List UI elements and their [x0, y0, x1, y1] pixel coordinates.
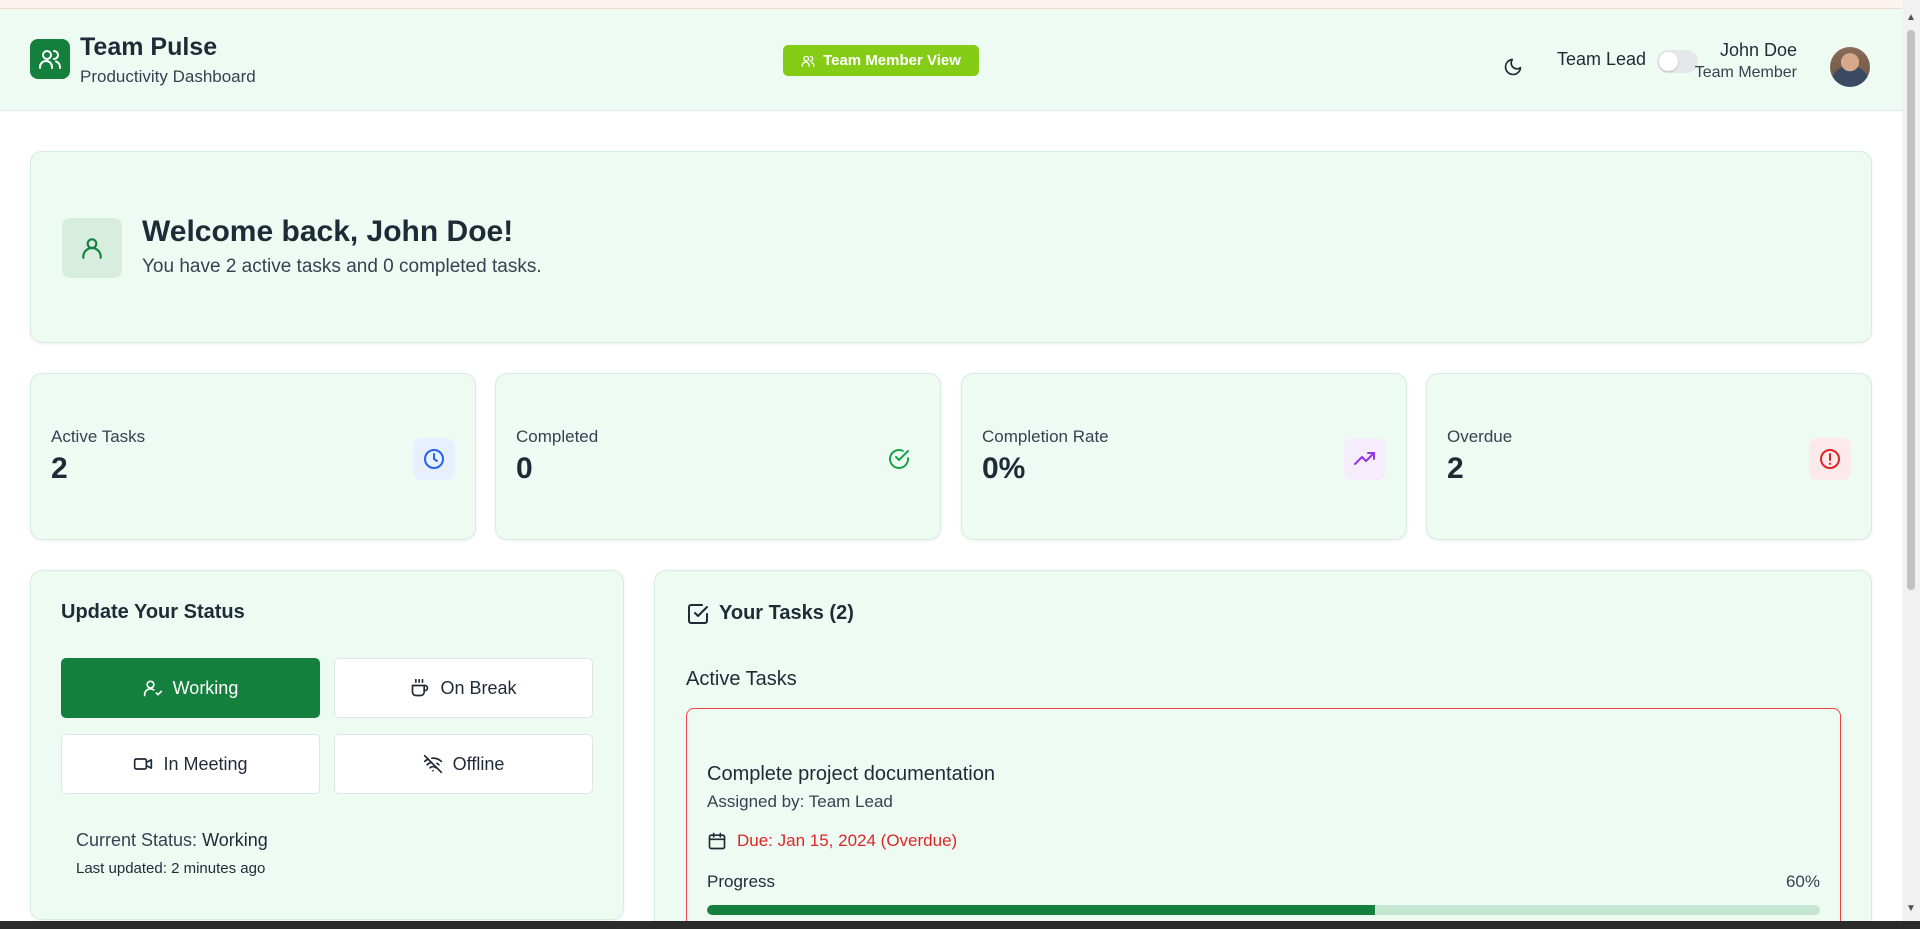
task-due-text: Due: Jan 15, 2024 (Overdue) [737, 831, 958, 850]
avatar[interactable] [1830, 47, 1870, 87]
progress-bar [707, 905, 1820, 915]
app-title: Team Pulse [80, 33, 218, 61]
welcome-title: Welcome back, John Doe! [142, 215, 514, 248]
users-logo-icon [30, 39, 70, 79]
stat-value: 0 [516, 452, 533, 485]
user-role: Team Member [1694, 64, 1797, 81]
status-card: Update Your Status Working On Break In M… [30, 570, 624, 920]
team-lead-toggle-label: Team Lead [1557, 49, 1647, 69]
stat-card-completed: Completed 0 [495, 373, 941, 540]
scroll-up-arrow-icon[interactable]: ▲ [1906, 12, 1916, 23]
welcome-subtitle: You have 2 active tasks and 0 completed … [142, 256, 542, 277]
check-square-icon [686, 602, 710, 631]
view-mode-badge[interactable]: Team Member View [783, 45, 979, 76]
status-working-button[interactable]: Working [61, 658, 320, 718]
stat-card-completion-rate: Completion Rate 0% [961, 373, 1407, 540]
check-circle-icon [878, 438, 920, 480]
status-offline-button[interactable]: Offline [334, 734, 593, 794]
status-on-break-button[interactable]: On Break [334, 658, 593, 718]
team-lead-toggle[interactable] [1657, 50, 1698, 73]
browser-top-strip [0, 0, 1902, 9]
app-subtitle: Productivity Dashboard [80, 67, 256, 86]
clock-icon [413, 438, 455, 480]
stat-label: Overdue [1447, 427, 1513, 446]
moon-icon[interactable] [1503, 57, 1523, 82]
status-title: Update Your Status [61, 601, 245, 623]
wifi-off-icon [423, 754, 442, 774]
last-updated: Last updated: 2 minutes ago [76, 860, 266, 877]
progress-percent: 60% [1785, 872, 1820, 891]
task-assigned-by: Assigned by: Team Lead [707, 792, 893, 811]
current-status-label: Current Status: [76, 830, 198, 850]
tasks-title: Your Tasks (2) [719, 602, 854, 624]
task-due-date: Due: Jan 15, 2024 (Overdue) [707, 831, 957, 851]
stat-label: Completed [516, 427, 599, 446]
stat-card-active-tasks: Active Tasks 2 [30, 373, 476, 540]
scrollbar-thumb[interactable] [1907, 30, 1915, 590]
progress-bar-fill [707, 905, 1375, 915]
task-title: Complete project documentation [707, 763, 995, 785]
page-scrollbar[interactable]: ▲ ▼ [1902, 0, 1920, 929]
status-button-label: Offline [452, 753, 505, 774]
user-name: John Doe [1719, 40, 1797, 60]
tasks-card: Your Tasks (2) Active Tasks Complete pro… [654, 570, 1872, 929]
taskbar-strip [0, 921, 1920, 929]
welcome-card: Welcome back, John Doe! You have 2 activ… [30, 151, 1872, 343]
stat-label: Active Tasks [51, 427, 146, 446]
stat-value: 0% [982, 452, 1026, 485]
status-button-label: In Meeting [163, 753, 248, 774]
calendar-icon [708, 832, 726, 850]
user-check-icon [143, 680, 162, 697]
view-badge-label: Team Member View [823, 52, 961, 69]
status-button-label: On Break [440, 677, 517, 698]
trending-up-icon [1344, 438, 1386, 480]
status-in-meeting-button[interactable]: In Meeting [61, 734, 320, 794]
progress-label: Progress [707, 872, 776, 891]
status-button-label: Working [172, 677, 239, 698]
active-tasks-heading: Active Tasks [686, 668, 797, 690]
stat-value: 2 [51, 452, 68, 485]
users-icon [801, 55, 815, 67]
user-icon [62, 218, 122, 278]
coffee-icon [412, 678, 429, 697]
scroll-down-arrow-icon[interactable]: ▼ [1906, 903, 1916, 914]
current-status: Current Status: Working [76, 830, 268, 851]
stat-value: 2 [1447, 452, 1464, 485]
stat-label: Completion Rate [982, 427, 1109, 446]
app-header: Team Pulse Productivity Dashboard Team M… [0, 9, 1902, 111]
stat-card-overdue: Overdue 2 [1426, 373, 1872, 540]
task-item[interactable]: Complete project documentation Assigned … [686, 708, 1841, 929]
current-status-value: Working [202, 830, 268, 850]
video-icon [134, 758, 153, 770]
alert-circle-icon [1809, 438, 1851, 480]
